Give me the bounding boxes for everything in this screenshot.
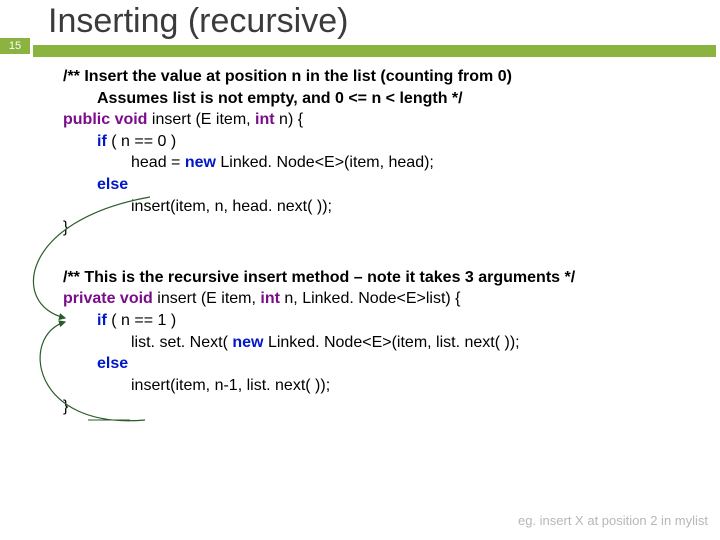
- keyword-else: else: [97, 355, 128, 372]
- close-brace: }: [63, 396, 704, 418]
- keyword-public: public: [63, 111, 110, 128]
- example-caption: eg. insert X at position 2 in mylist: [518, 513, 708, 528]
- keyword-void: void: [115, 111, 148, 128]
- keyword-private: private: [63, 290, 115, 307]
- keyword-if: if: [97, 133, 107, 150]
- recurse-line: insert(item, n, head. next( ));: [63, 196, 704, 218]
- if-cond: ( n == 0 ): [111, 133, 176, 150]
- recurse-line: insert(item, n-1, list. next( ));: [63, 375, 704, 397]
- title-underline-bar: [33, 45, 716, 57]
- method-signature: public void insert (E item, int n) {: [63, 109, 704, 131]
- setnext-pre: list. set. Next(: [131, 334, 228, 351]
- keyword-new: new: [185, 154, 216, 171]
- newnode-text: Linked. Node<E>(item, head);: [220, 154, 433, 171]
- keyword-int: int: [255, 111, 275, 128]
- page-number-badge: 15: [0, 38, 30, 54]
- setnext-post: Linked. Node<E>(item, list. next( ));: [268, 334, 520, 351]
- keyword-void: void: [120, 290, 153, 307]
- setnext-line: list. set. Next( new Linked. Node<E>(ite…: [63, 332, 704, 354]
- slide-header: 15 Inserting (recursive): [0, 0, 720, 62]
- if-cond: ( n == 1 ): [111, 312, 176, 329]
- else-line: else: [63, 353, 704, 375]
- else-line: else: [63, 174, 704, 196]
- sig-text: n, Linked. Node<E>list) {: [284, 290, 460, 307]
- comment-line: /** This is the recursive insert method …: [63, 267, 704, 289]
- keyword-else: else: [97, 176, 128, 193]
- if-line: if ( n == 1 ): [63, 310, 704, 332]
- close-brace: }: [63, 217, 704, 239]
- assign-line: head = new Linked. Node<E>(item, head);: [63, 152, 704, 174]
- slide-title: Inserting (recursive): [48, 2, 348, 41]
- sig-text: insert (E item,: [152, 111, 255, 128]
- method-signature: private void insert (E item, int n, Link…: [63, 288, 704, 310]
- sig-text: insert (E item,: [157, 290, 260, 307]
- if-line: if ( n == 0 ): [63, 131, 704, 153]
- page-number: 15: [9, 40, 21, 52]
- sig-text: n) {: [279, 111, 303, 128]
- comment-line: /** Insert the value at position n in th…: [63, 66, 704, 88]
- keyword-int: int: [260, 290, 280, 307]
- comment-line: Assumes list is not empty, and 0 <= n < …: [63, 88, 704, 110]
- assign-text: head =: [131, 154, 185, 171]
- keyword-if: if: [97, 312, 107, 329]
- code-content: /** Insert the value at position n in th…: [63, 66, 704, 418]
- keyword-new: new: [232, 334, 263, 351]
